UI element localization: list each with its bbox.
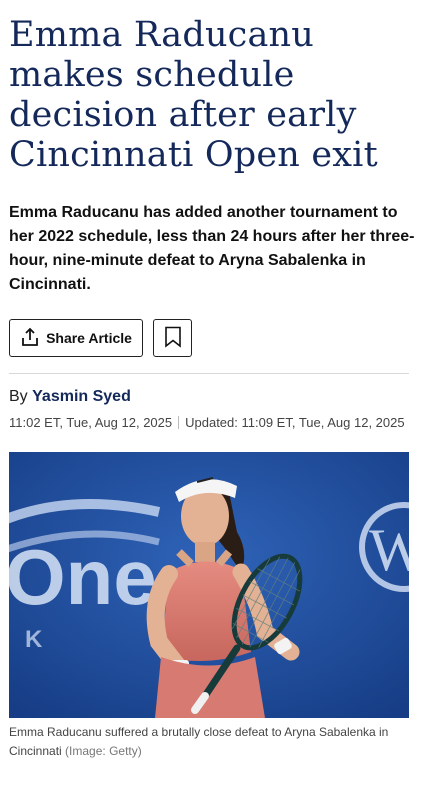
published-time: 11:02 ET, Tue, Aug 12, 2025: [9, 415, 173, 430]
background-sponsor-text: One: [9, 533, 157, 621]
byline-prefix: By: [9, 388, 28, 405]
hero-image-illustration: One K W: [9, 452, 409, 718]
bookmark-button[interactable]: [153, 319, 192, 357]
background-sponsor-small-text: K: [25, 626, 43, 653]
bookmark-icon: [164, 326, 182, 351]
share-article-label: Share Article: [46, 330, 132, 346]
byline-divider: [9, 373, 409, 374]
article-dates: 11:02 ET, Tue, Aug 12, 2025 Updated: 11:0…: [9, 414, 416, 432]
share-icon: [20, 327, 40, 350]
image-caption: Emma Raducanu suffered a brutally close …: [9, 723, 416, 761]
article-headline: Emma Raducanu makes schedule decision af…: [9, 15, 378, 175]
updated-time: Updated: 11:09 ET, Tue, Aug 12, 2025: [185, 415, 405, 430]
article-container: Emma Raducanu makes schedule decision af…: [0, 15, 425, 761]
date-separator: [178, 416, 180, 429]
image-credit: (Image: Getty): [65, 744, 142, 758]
byline: By Yasmin Syed: [9, 388, 416, 406]
background-logo-text: W: [369, 517, 409, 583]
author-link[interactable]: Yasmin Syed: [32, 388, 131, 405]
article-standfirst: Emma Raducanu has added another tourname…: [9, 204, 415, 293]
article-actions: Share Article: [9, 319, 416, 357]
share-article-button[interactable]: Share Article: [9, 319, 143, 357]
article-hero-image[interactable]: One K W: [9, 452, 409, 718]
